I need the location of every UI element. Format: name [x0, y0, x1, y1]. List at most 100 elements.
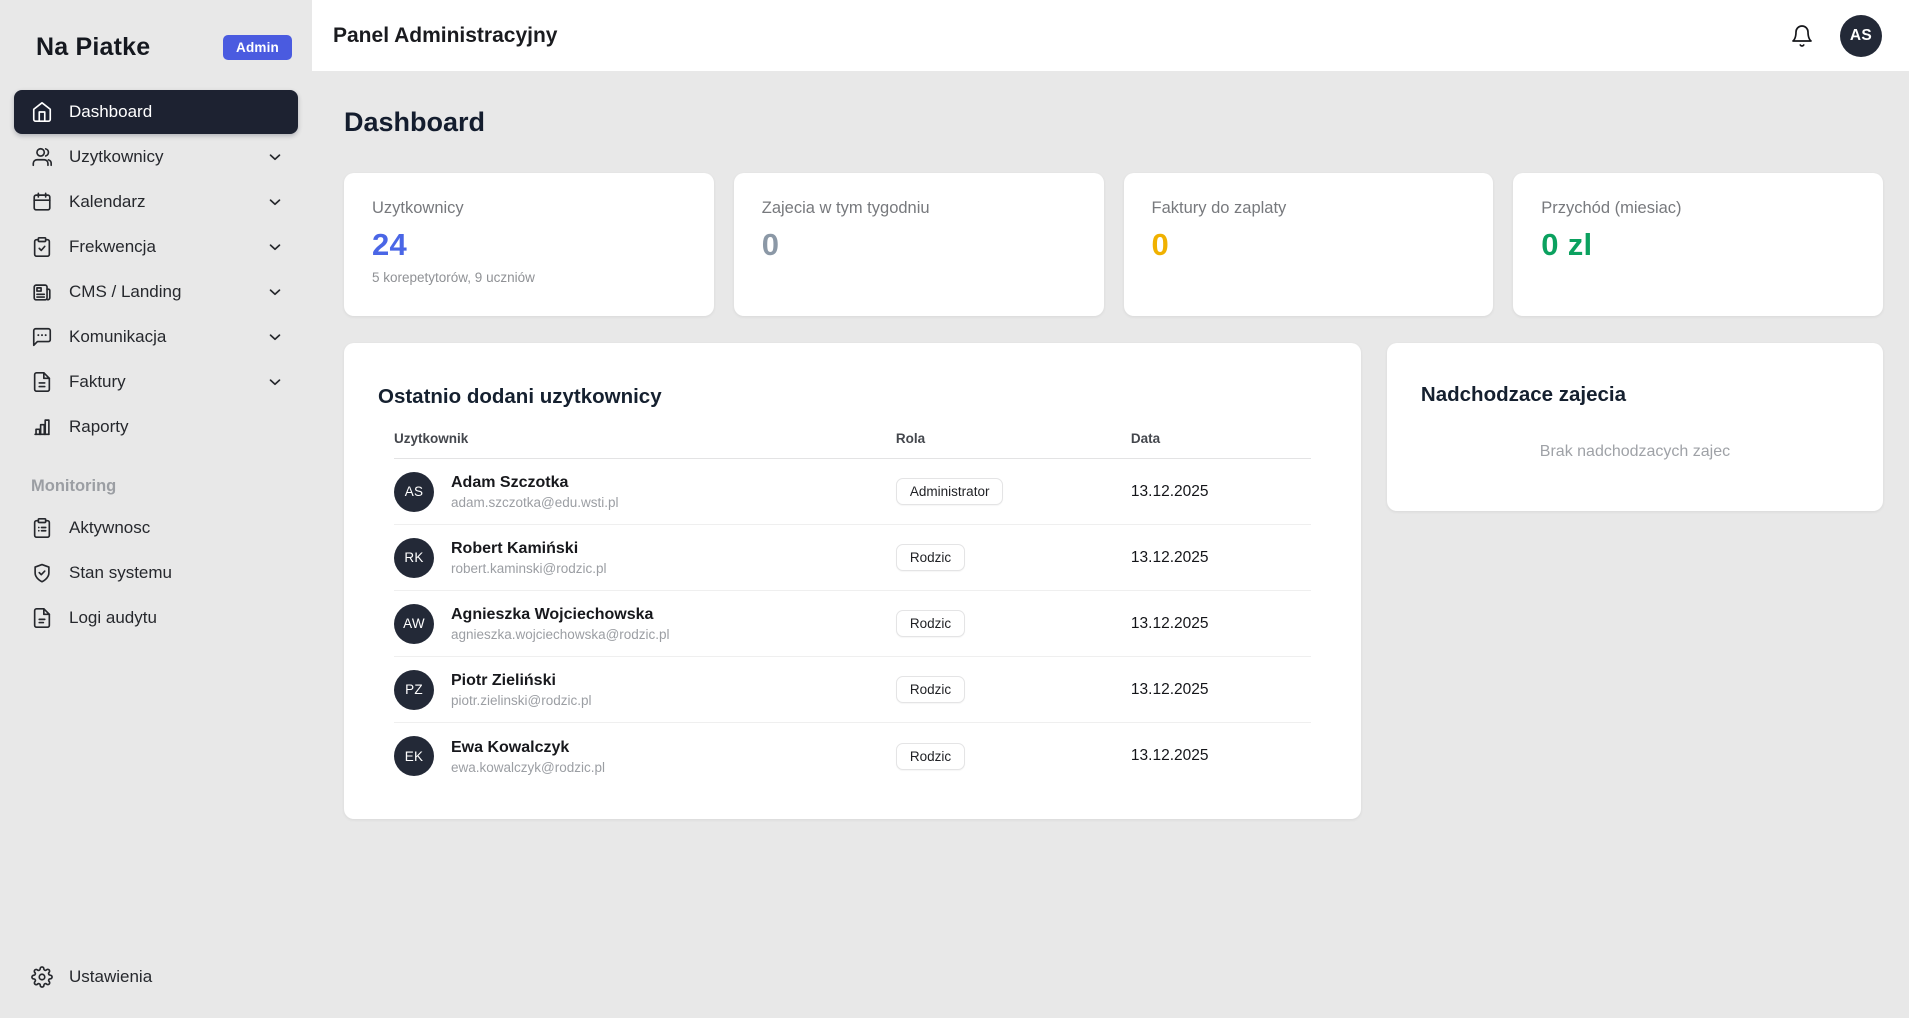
sidebar-item-label: Uzytkownicy	[69, 147, 163, 167]
user-avatar[interactable]: AS	[1840, 15, 1882, 57]
sidebar-item-audit-logs[interactable]: Logi audytu	[14, 596, 298, 640]
stat-value: 0	[1152, 227, 1466, 263]
role-badge: Rodzic	[896, 610, 965, 637]
chevron-down-icon	[266, 283, 284, 301]
sidebar-item-cms[interactable]: CMS / Landing	[14, 270, 298, 314]
avatar: AS	[394, 472, 434, 512]
user-email: ewa.kowalczyk@rodzic.pl	[451, 760, 605, 775]
sidebar-item-label: Frekwencja	[69, 237, 156, 257]
bell-icon[interactable]	[1790, 24, 1814, 48]
role-cell: Rodzic	[896, 676, 1131, 703]
sidebar-item-label: Aktywnosc	[69, 518, 150, 538]
user-identity: Ewa Kowalczyk ewa.kowalczyk@rodzic.pl	[451, 738, 605, 775]
sidebar-item-system-status[interactable]: Stan systemu	[14, 551, 298, 595]
lower-grid: Ostatnio dodani uzytkownicy Uzytkownik R…	[344, 343, 1883, 819]
stats-grid: Uzytkownicy 24 5 korepetytorów, 9 ucznió…	[344, 173, 1883, 316]
home-icon	[31, 101, 53, 123]
chevron-down-icon	[266, 148, 284, 166]
user-identity: Adam Szczotka adam.szczotka@edu.wsti.pl	[451, 473, 619, 510]
sidebar-nav: Dashboard Uzytkownicy Kalendarz	[14, 90, 298, 641]
role-cell: Rodzic	[896, 610, 1131, 637]
column-header-date: Data	[1131, 431, 1311, 446]
role-badge: Administrator	[896, 478, 1004, 505]
gear-icon	[31, 966, 53, 988]
table-row[interactable]: AS Adam Szczotka adam.szczotka@edu.wsti.…	[394, 459, 1311, 525]
date-cell: 13.12.2025	[1131, 681, 1311, 699]
role-badge: Rodzic	[896, 544, 965, 571]
avatar: EK	[394, 736, 434, 776]
sidebar-item-invoices[interactable]: Faktury	[14, 360, 298, 404]
user-name: Robert Kamiński	[451, 539, 607, 559]
stat-label: Faktury do zaplaty	[1152, 199, 1466, 218]
stat-card-classes-week: Zajecia w tym tygodniu 0	[734, 173, 1104, 316]
main-area: Panel Administracyjny AS Dashboard Uzytk…	[312, 0, 1909, 1018]
user-identity: Agnieszka Wojciechowska agnieszka.wojcie…	[451, 605, 670, 642]
audit-log-icon	[31, 607, 53, 629]
user-email: robert.kaminski@rodzic.pl	[451, 561, 607, 576]
avatar: AW	[394, 604, 434, 644]
user-cell: RK Robert Kamiński robert.kaminski@rodzi…	[394, 538, 896, 578]
user-name: Agnieszka Wojciechowska	[451, 605, 670, 625]
user-identity: Piotr Zieliński piotr.zielinski@rodzic.p…	[451, 671, 592, 708]
upcoming-classes-card: Nadchodzace zajecia Brak nadchodzacych z…	[1387, 343, 1883, 511]
recent-users-card: Ostatnio dodani uzytkownicy Uzytkownik R…	[344, 343, 1361, 819]
table-row[interactable]: RK Robert Kamiński robert.kaminski@rodzi…	[394, 525, 1311, 591]
stat-label: Uzytkownicy	[372, 199, 686, 218]
table-row[interactable]: EK Ewa Kowalczyk ewa.kowalczyk@rodzic.pl…	[394, 723, 1311, 789]
date-cell: 13.12.2025	[1131, 747, 1311, 765]
topbar-title: Panel Administracyjny	[333, 24, 557, 48]
stat-label: Zajecia w tym tygodniu	[762, 199, 1076, 218]
avatar: PZ	[394, 670, 434, 710]
sidebar: Na Piatke Admin Dashboard Uzytkownicy	[0, 0, 312, 1018]
recent-users-title: Ostatnio dodani uzytkownicy	[378, 385, 1327, 409]
sidebar-item-label: Stan systemu	[69, 563, 172, 583]
table-header: Uzytkownik Rola Data	[394, 431, 1311, 459]
newspaper-icon	[31, 281, 53, 303]
user-name: Adam Szczotka	[451, 473, 619, 493]
sidebar-item-label: Kalendarz	[69, 192, 146, 212]
app-root: Na Piatke Admin Dashboard Uzytkownicy	[0, 0, 1909, 1018]
chat-icon	[31, 326, 53, 348]
role-cell: Rodzic	[896, 544, 1131, 571]
sidebar-item-label: CMS / Landing	[69, 282, 181, 302]
table-row[interactable]: PZ Piotr Zieliński piotr.zielinski@rodzi…	[394, 657, 1311, 723]
sidebar-item-calendar[interactable]: Kalendarz	[14, 180, 298, 224]
sidebar-item-communication[interactable]: Komunikacja	[14, 315, 298, 359]
admin-badge: Admin	[223, 35, 292, 60]
sidebar-item-label: Raporty	[69, 417, 129, 437]
invoice-icon	[31, 371, 53, 393]
bar-chart-icon	[31, 416, 53, 438]
avatar: RK	[394, 538, 434, 578]
sidebar-item-label: Komunikacja	[69, 327, 166, 347]
sidebar-section-monitoring: Monitoring	[14, 477, 298, 496]
users-icon	[31, 146, 53, 168]
activity-log-icon	[31, 517, 53, 539]
column-header-user: Uzytkownik	[394, 431, 896, 446]
stat-card-revenue: Przychód (miesiac) 0 zl	[1513, 173, 1883, 316]
role-cell: Administrator	[896, 478, 1131, 505]
chevron-down-icon	[266, 373, 284, 391]
user-cell: AS Adam Szczotka adam.szczotka@edu.wsti.…	[394, 472, 896, 512]
upcoming-classes-title: Nadchodzace zajecia	[1421, 383, 1849, 407]
user-cell: PZ Piotr Zieliński piotr.zielinski@rodzi…	[394, 670, 896, 710]
role-cell: Rodzic	[896, 743, 1131, 770]
sidebar-item-users[interactable]: Uzytkownicy	[14, 135, 298, 179]
sidebar-item-reports[interactable]: Raporty	[14, 405, 298, 449]
chevron-down-icon	[266, 193, 284, 211]
sidebar-item-settings[interactable]: Ustawienia	[14, 955, 298, 999]
user-email: piotr.zielinski@rodzic.pl	[451, 693, 592, 708]
sidebar-footer: Ustawienia	[14, 955, 298, 1004]
date-cell: 13.12.2025	[1131, 549, 1311, 567]
sidebar-item-attendance[interactable]: Frekwencja	[14, 225, 298, 269]
stat-value: 24	[372, 227, 686, 263]
stat-subtext: 5 korepetytorów, 9 uczniów	[372, 270, 686, 285]
chevron-down-icon	[266, 328, 284, 346]
date-cell: 13.12.2025	[1131, 615, 1311, 633]
user-email: adam.szczotka@edu.wsti.pl	[451, 495, 619, 510]
column-header-role: Rola	[896, 431, 1131, 446]
user-cell: AW Agnieszka Wojciechowska agnieszka.woj…	[394, 604, 896, 644]
table-row[interactable]: AW Agnieszka Wojciechowska agnieszka.woj…	[394, 591, 1311, 657]
brand-name: Na Piatke	[36, 33, 150, 62]
sidebar-item-dashboard[interactable]: Dashboard	[14, 90, 298, 134]
sidebar-item-activity[interactable]: Aktywnosc	[14, 506, 298, 550]
